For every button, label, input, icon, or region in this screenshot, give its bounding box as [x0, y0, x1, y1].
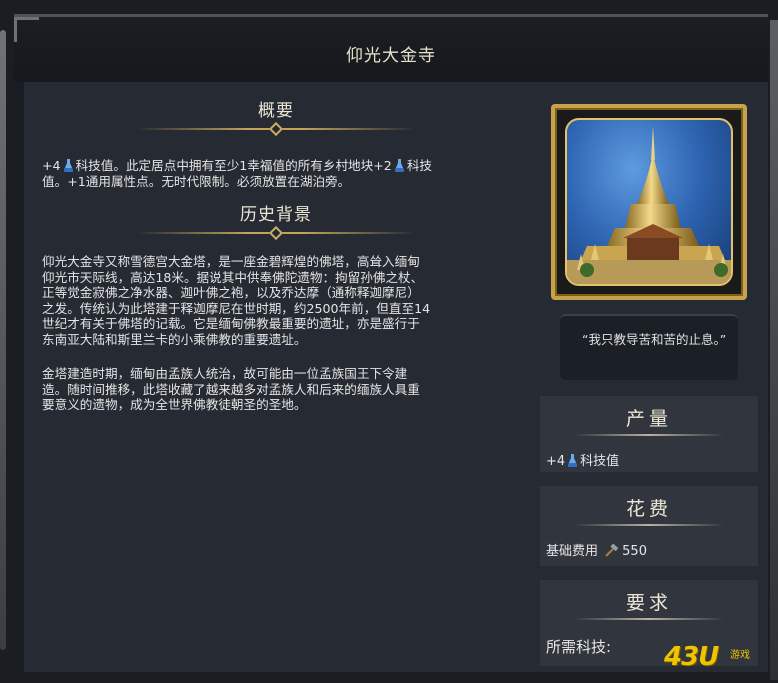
cost-label: 基础费用 — [546, 544, 599, 559]
overview-line1: 科技值。此定居点中拥有至少1幸福值的所有乡村地块+2 — [75, 158, 392, 173]
overview-heading: 概要 — [258, 101, 294, 121]
wonder-portrait — [551, 104, 747, 300]
requirement-panel: 要求 所需科技: — [540, 580, 758, 666]
cost-divider — [574, 524, 724, 526]
overview-ornament — [136, 121, 416, 137]
history-ornament — [136, 225, 416, 241]
title-bar: 仰光大金寺 — [14, 14, 768, 82]
cost-row: 基础费用 550 — [546, 540, 647, 559]
yield-heading: 产量 — [625, 408, 672, 430]
site-watermark-sub: 游戏 — [730, 650, 750, 661]
history-paragraph-1: 仰光大金寺又称雪德宫大金塔，是一座金碧辉煌的佛塔，高耸入缅甸 仰光市天际线，高达… — [42, 254, 532, 347]
wonder-title: 仰光大金寺 — [346, 46, 436, 66]
cost-value: 550 — [622, 544, 647, 559]
science-flask-icon — [63, 159, 73, 172]
overview-line2: 值。+1通用属性点。无时代限制。必须放置在湖泊旁。 — [42, 173, 351, 189]
requirement-heading: 要求 — [625, 592, 672, 614]
yield-label: 科技值 — [580, 454, 620, 469]
science-flask-icon — [394, 159, 404, 172]
history-heading: 历史背景 — [240, 205, 312, 225]
overview-line1-end: 科技 — [406, 158, 432, 173]
overview-text: +4 科技值。此定居点中拥有至少1幸福值的所有乡村地块+2 科技 值。+1通用属性点… — [42, 158, 522, 189]
quote-box: “我只教导苦和苦的止息。” — [560, 314, 738, 380]
yield-divider — [574, 434, 724, 436]
history-line: 金塔建造时期，缅甸由孟族人统治，故可能由一位孟族国王下令建 — [42, 366, 408, 381]
history-line: 仰光市天际线，高达18米。据说其中供奉佛陀遗物：拘留孙佛之杖、 — [42, 269, 424, 285]
history-line: 仰光大金寺又称雪德宫大金塔，是一座金碧辉煌的佛塔，高耸入缅甸 — [42, 254, 420, 269]
history-line: 东南亚大陆和斯里兰卡的小乘佛教的重要遗址。 — [42, 331, 307, 347]
overview-science-amount: +4 — [42, 158, 61, 173]
history-line: 正等觉金寂佛之净水器、迦叶佛之袍，以及乔达摩（通称释迦摩尼） — [42, 285, 420, 300]
site-watermark: 43U — [664, 642, 719, 672]
yield-panel: 产量 +4 科技值 — [540, 396, 758, 472]
window-scrollbar[interactable] — [770, 20, 778, 680]
history-line: 造。随时间推移，此塔收藏了越来越多对孟族人和后来的缅族人具重 — [42, 381, 420, 397]
yield-amount: +4 — [546, 454, 566, 469]
required-tech-label: 所需科技: — [546, 638, 612, 656]
hammer-icon — [605, 543, 619, 557]
cost-heading: 花费 — [625, 498, 672, 520]
history-line: 要意义的遗物，成为全世界佛教徒朝圣的圣地。 — [42, 397, 307, 412]
history-line: 之发。传统认为此塔建于释迦摩尼在世时期，约2500年前，但直至14 — [42, 300, 431, 316]
science-flask-icon — [568, 454, 578, 467]
history-paragraph-2: 金塔建造时期，缅甸由孟族人统治，故可能由一位孟族国王下令建 造。随时间推移，此塔… — [42, 366, 532, 413]
history-line: 世纪才有关于佛塔的记载。它是缅甸佛教最重要的遗址，亦是盛行于 — [42, 316, 420, 331]
quote-text: “我只教导苦和苦的止息。” — [582, 332, 727, 347]
yield-row: +4 科技值 — [546, 450, 619, 469]
cost-panel: 花费 基础费用 550 — [540, 486, 758, 566]
window-left-edge — [0, 30, 6, 650]
requirement-divider — [574, 618, 724, 620]
pagoda-image — [565, 118, 733, 286]
